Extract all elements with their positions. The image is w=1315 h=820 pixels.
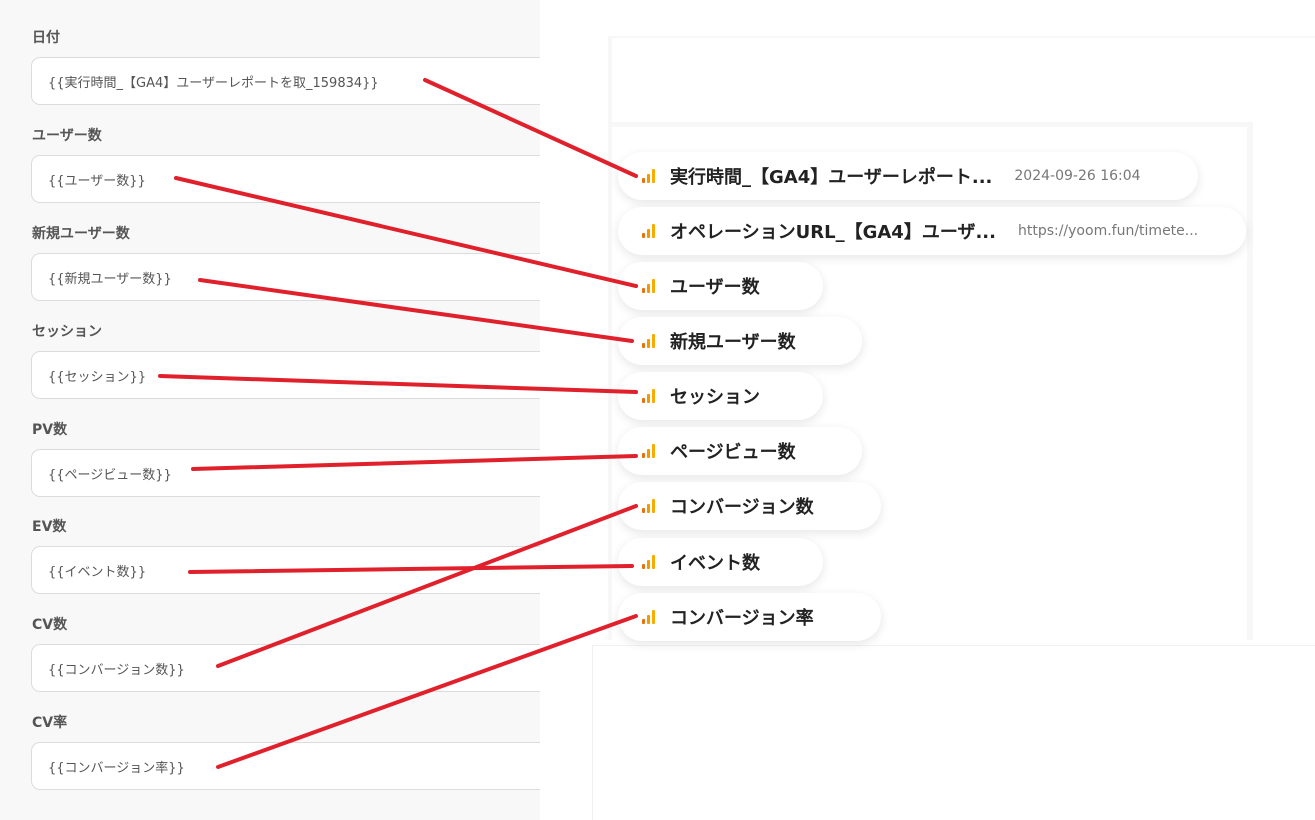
google-analytics-icon xyxy=(642,444,658,458)
google-analytics-icon xyxy=(642,389,658,403)
form-panel: 日付 {{実行時間_【GA4】ユーザーレポートを取_159834}} ユーザー数… xyxy=(0,0,561,820)
output-item-label: ページビュー数 xyxy=(670,442,796,463)
picker-top-strip xyxy=(540,0,1315,36)
date-field[interactable]: {{実行時間_【GA4】ユーザーレポートを取_159834}} xyxy=(31,57,561,105)
field-label-new-users: 新規ユーザー数 xyxy=(32,226,130,242)
picker-left-column xyxy=(540,36,608,640)
field-label-sessions: セッション xyxy=(32,324,102,340)
output-item-label: セッション xyxy=(670,387,760,408)
picker-bottom-area xyxy=(592,645,1315,820)
picker-right-column xyxy=(1253,88,1315,640)
output-picker-panel: 実行時間_【GA4】ユーザーレポート... 2024-09-26 16:04 オ… xyxy=(540,0,1315,820)
google-analytics-icon xyxy=(642,334,658,348)
google-analytics-icon xyxy=(642,499,658,513)
field-label-date: 日付 xyxy=(32,30,60,46)
output-item-users[interactable]: ユーザー数 xyxy=(618,262,823,310)
field-label-pv: PV数 xyxy=(32,422,68,438)
output-item-conversions[interactable]: コンバージョン数 xyxy=(618,482,881,530)
conversion-rate-field[interactable]: {{コンバージョン率}} xyxy=(31,742,561,790)
events-field[interactable]: {{イベント数}} xyxy=(31,546,561,594)
output-item-new-users[interactable]: 新規ユーザー数 xyxy=(618,317,862,365)
output-item-value: https://yoom.fun/timete... xyxy=(1017,223,1199,239)
output-item-pageviews[interactable]: ページビュー数 xyxy=(618,427,862,475)
pageviews-field[interactable]: {{ページビュー数}} xyxy=(31,449,561,497)
google-analytics-icon xyxy=(642,555,658,569)
users-field[interactable]: {{ユーザー数}} xyxy=(31,155,561,203)
conversions-field[interactable]: {{コンバージョン数}} xyxy=(31,644,561,692)
output-item-label: ユーザー数 xyxy=(670,277,760,298)
field-label-cv: CV数 xyxy=(32,617,68,633)
output-item-value: 2024-09-26 16:04 xyxy=(1014,168,1141,184)
google-analytics-icon xyxy=(642,224,658,238)
field-label-users: ユーザー数 xyxy=(32,128,102,144)
output-item-sessions[interactable]: セッション xyxy=(618,372,823,420)
output-item-label: コンバージョン数 xyxy=(670,497,814,518)
new-users-field[interactable]: {{新規ユーザー数}} xyxy=(31,253,561,301)
output-item-label: コンバージョン率 xyxy=(670,608,814,629)
sessions-field[interactable]: {{セッション}} xyxy=(31,351,561,399)
output-item-execution-time[interactable]: 実行時間_【GA4】ユーザーレポート... 2024-09-26 16:04 xyxy=(618,152,1198,200)
field-label-cv-rate: CV率 xyxy=(32,715,68,731)
google-analytics-icon xyxy=(642,610,658,624)
output-item-label: 新規ユーザー数 xyxy=(670,332,796,353)
output-item-label: オペレーションURL_【GA4】ユーザ... xyxy=(670,222,996,243)
google-analytics-icon xyxy=(642,169,658,183)
field-label-ev: EV数 xyxy=(32,519,67,535)
google-analytics-icon xyxy=(642,279,658,293)
output-item-events[interactable]: イベント数 xyxy=(618,538,823,586)
output-item-label: 実行時間_【GA4】ユーザーレポート... xyxy=(670,167,993,188)
picker-header xyxy=(612,38,1315,122)
output-item-label: イベント数 xyxy=(670,553,760,574)
output-item-conversion-rate[interactable]: コンバージョン率 xyxy=(618,593,881,641)
output-item-operation-url[interactable]: オペレーションURL_【GA4】ユーザ... https://yoom.fun/… xyxy=(618,207,1246,255)
